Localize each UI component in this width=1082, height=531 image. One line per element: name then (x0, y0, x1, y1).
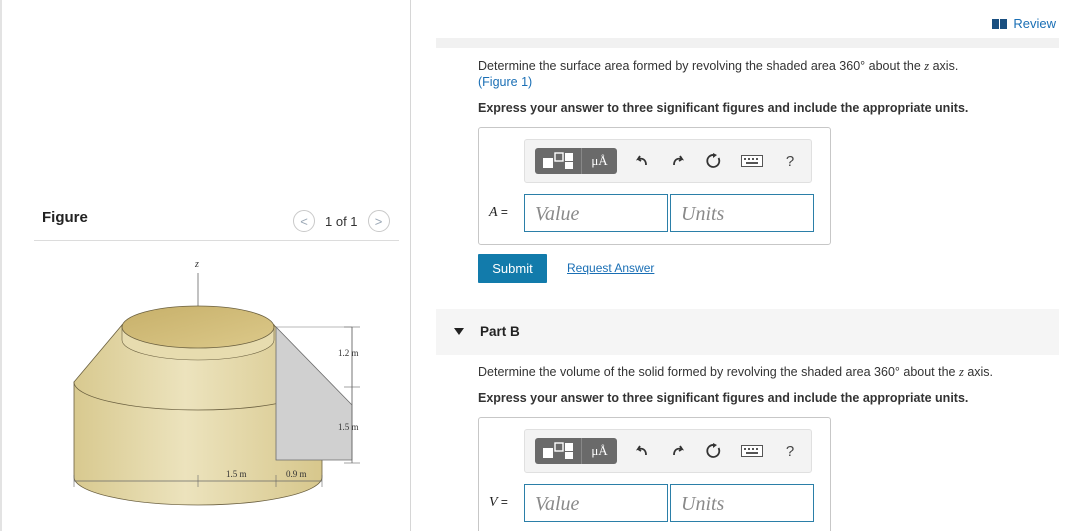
templates-button[interactable] (535, 148, 581, 174)
units-button[interactable]: μÅ (581, 438, 617, 464)
help-icon[interactable]: ? (779, 148, 801, 174)
reset-icon[interactable] (703, 148, 725, 174)
part-b-variable: V = (489, 495, 508, 511)
redo-icon[interactable] (667, 438, 689, 464)
prev-figure-button[interactable]: < (293, 210, 315, 232)
reset-icon[interactable] (703, 438, 725, 464)
part-b-units-input[interactable]: Units (670, 484, 814, 522)
figure-pager: < 1 of 1 > (293, 210, 390, 232)
part-b-answer-box: μÅ ? V = Value Units (478, 417, 831, 531)
part-b-question-text: Determine the volume of the solid formed… (478, 365, 959, 379)
part-a-header-bar (436, 38, 1059, 48)
chevron-right-icon: > (374, 213, 383, 229)
shaded-area (275, 326, 353, 461)
next-figure-button[interactable]: > (367, 210, 390, 232)
part-b-question-end: axis. (963, 365, 994, 379)
submit-button[interactable]: Submit (478, 254, 547, 283)
help-icon[interactable]: ? (779, 438, 801, 464)
undo-icon[interactable] (631, 438, 653, 464)
figure-image: z 1.2 m 1.5 m 1.5 m 0.9 m (73, 259, 360, 506)
part-a-value-input[interactable]: Value (524, 194, 668, 232)
part-b-instruction: Express your answer to three significant… (478, 391, 969, 405)
templates-icon (543, 152, 573, 169)
keyboard-icon[interactable] (739, 438, 765, 464)
z-axis-label: z (194, 259, 199, 270)
request-answer-link[interactable]: Request Answer (567, 261, 654, 275)
templates-icon (543, 442, 573, 459)
figure-title: Figure (42, 209, 88, 226)
part-b-toolbar: μÅ ? (524, 429, 812, 473)
dim-bottom-mid: 0.9 m (286, 469, 307, 479)
templates-button[interactable] (535, 438, 581, 464)
review-label: Review (1013, 16, 1056, 31)
figure-divider (34, 240, 399, 241)
units-button[interactable]: μÅ (581, 148, 617, 174)
dim-bottom-left: 1.5 m (226, 469, 247, 479)
part-a-instruction: Express your answer to three significant… (478, 101, 969, 115)
review-link[interactable]: Review (992, 16, 1056, 31)
figure-panel: Figure < 1 of 1 > z 1.2 m 1.5 m 1.5 m 0.… (0, 0, 411, 531)
undo-icon[interactable] (631, 148, 653, 174)
part-b-var-letter: V (489, 495, 498, 510)
part-b-header[interactable]: Part B (436, 309, 1059, 355)
redo-icon[interactable] (667, 148, 689, 174)
part-a-units-input[interactable]: Units (670, 194, 814, 232)
part-b-question: Determine the volume of the solid formed… (478, 365, 993, 380)
part-a-question-text: Determine the surface area formed by rev… (478, 59, 925, 73)
part-b-value-input[interactable]: Value (524, 484, 668, 522)
top-face (121, 305, 275, 349)
dim-top-right: 1.2 m (338, 348, 359, 358)
book-icon (992, 18, 1008, 29)
part-b-title: Part B (480, 324, 520, 339)
part-a-toolbar: μÅ ? (524, 139, 812, 183)
part-a-question-end: axis. (929, 59, 959, 73)
part-a-var-letter: A (489, 205, 498, 220)
figure-1-link[interactable]: (Figure 1) (478, 75, 532, 89)
part-a-question: Determine the surface area formed by rev… (478, 59, 958, 74)
part-a-answer-box: μÅ ? A = Value Units (478, 127, 831, 245)
part-a-variable: A = (489, 205, 508, 221)
caret-down-icon (454, 328, 464, 335)
dim-bottom-right: 1.5 m (338, 422, 359, 432)
keyboard-icon[interactable] (739, 148, 765, 174)
chevron-left-icon: < (300, 213, 308, 229)
pager-label: 1 of 1 (325, 213, 358, 229)
part-b-var-eq: = (497, 495, 508, 509)
part-a-var-eq: = (497, 205, 508, 219)
